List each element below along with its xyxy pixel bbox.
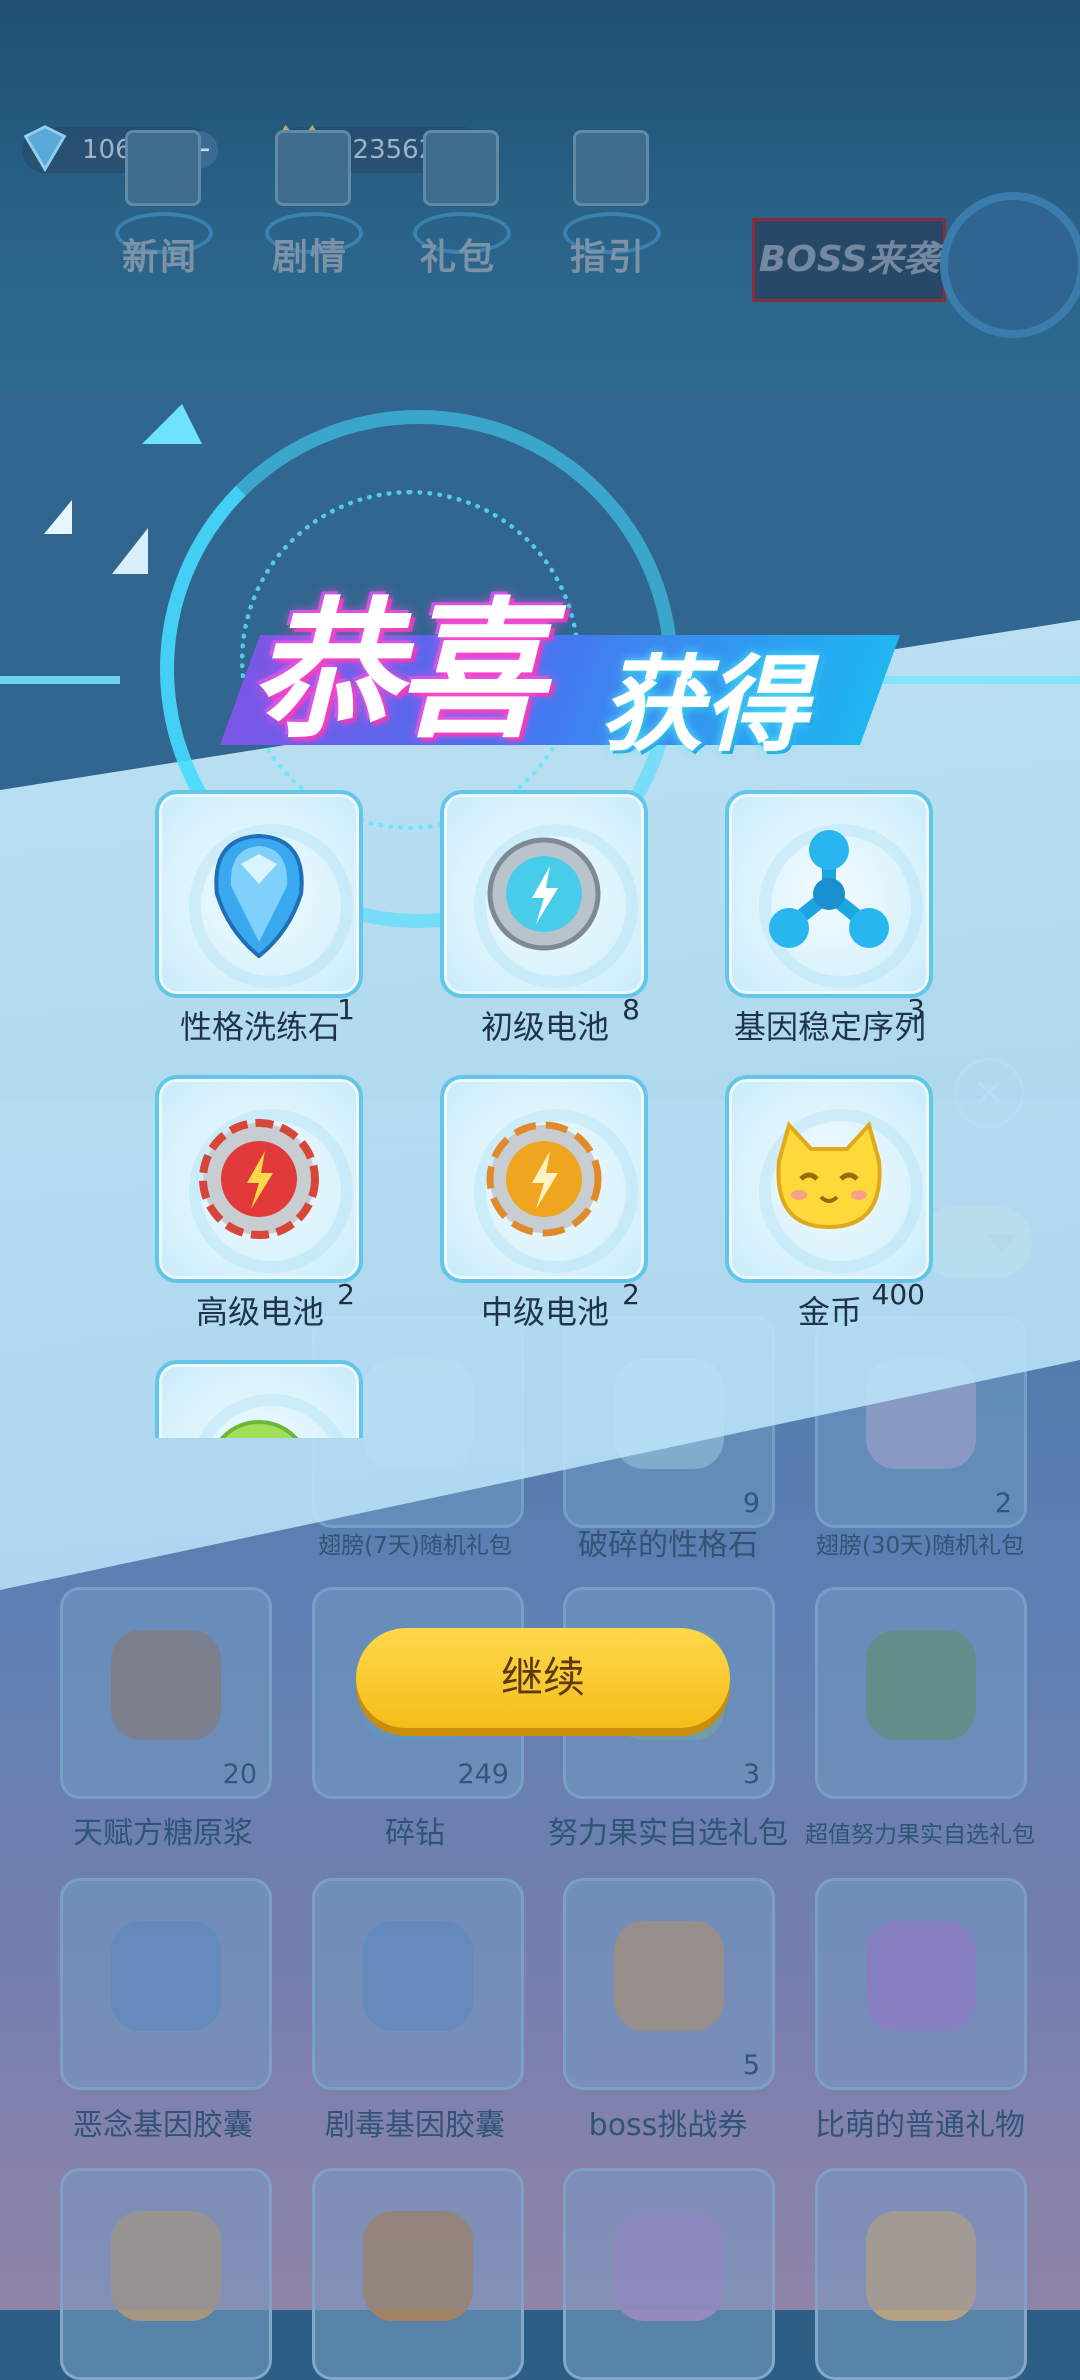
- reward-item[interactable]: 8 初级电池: [440, 790, 650, 1046]
- title-main: 恭喜: [250, 585, 546, 759]
- cat-coin-icon: [776, 1120, 882, 1230]
- guide-icon: [573, 130, 649, 206]
- nav-guide-label: 指引: [569, 237, 646, 278]
- continue-button[interactable]: 继续: [356, 1628, 730, 1728]
- reward-name: 性格洗练石: [179, 1008, 340, 1046]
- reward-tile: [440, 790, 648, 998]
- reward-item[interactable]: 1 性格洗练石: [155, 790, 365, 1046]
- reward-tile: [725, 1075, 933, 1283]
- reward-item[interactable]: 2 高级电池: [155, 1075, 365, 1331]
- reward-title: 恭喜 获得: [180, 540, 901, 770]
- reward-item[interactable]: 2 中级电池: [440, 1075, 650, 1331]
- nav-news-button[interactable]: 新闻: [95, 110, 225, 280]
- reward-item[interactable]: 3 基因稳定序列: [725, 790, 935, 1046]
- news-icon: [125, 130, 201, 206]
- shard-decoration: [142, 404, 202, 444]
- reward-tile: [155, 790, 363, 998]
- gold-battery-icon: [486, 1121, 602, 1237]
- nav-news-label: 新闻: [121, 237, 198, 278]
- shard-decoration: [112, 528, 148, 574]
- reward-name: 金币: [797, 1293, 862, 1331]
- reward-name: 初级电池: [480, 1008, 609, 1046]
- nav-gift-label: 礼包: [419, 237, 496, 278]
- gift-icon: [423, 130, 499, 206]
- reward-item-partial[interactable]: [155, 1360, 365, 1438]
- nav-guide-button[interactable]: 指引: [543, 110, 673, 280]
- silver-battery-icon: [487, 837, 601, 951]
- left-ribbon-line: [0, 676, 120, 684]
- reward-item[interactable]: 400 金币: [725, 1075, 935, 1331]
- nav-story-label: 剧情: [271, 237, 348, 278]
- story-icon: [275, 130, 351, 206]
- boss-event-banner[interactable]: BOSS来袭: [752, 218, 946, 302]
- reward-tile: [725, 790, 933, 998]
- reward-name: 高级电池: [195, 1293, 324, 1331]
- reward-name: 基因稳定序列: [733, 1008, 926, 1046]
- diamond-icon: [23, 125, 67, 173]
- nav-story-button[interactable]: 剧情: [245, 110, 375, 280]
- blue-gem-icon: [214, 833, 304, 959]
- green-orb-icon: [219, 1420, 299, 1438]
- map-button[interactable]: [940, 192, 1080, 338]
- reward-tile: [155, 1075, 363, 1283]
- shard-decoration: [44, 500, 72, 534]
- title-sub: 获得: [600, 644, 809, 766]
- gene-molecule-icon: [769, 830, 889, 948]
- reward-tile: [440, 1075, 648, 1283]
- red-battery-icon: [199, 1119, 319, 1239]
- nav-gift-button[interactable]: 礼包: [393, 110, 523, 280]
- reward-tile: [155, 1360, 363, 1438]
- reward-name: 中级电池: [480, 1293, 609, 1331]
